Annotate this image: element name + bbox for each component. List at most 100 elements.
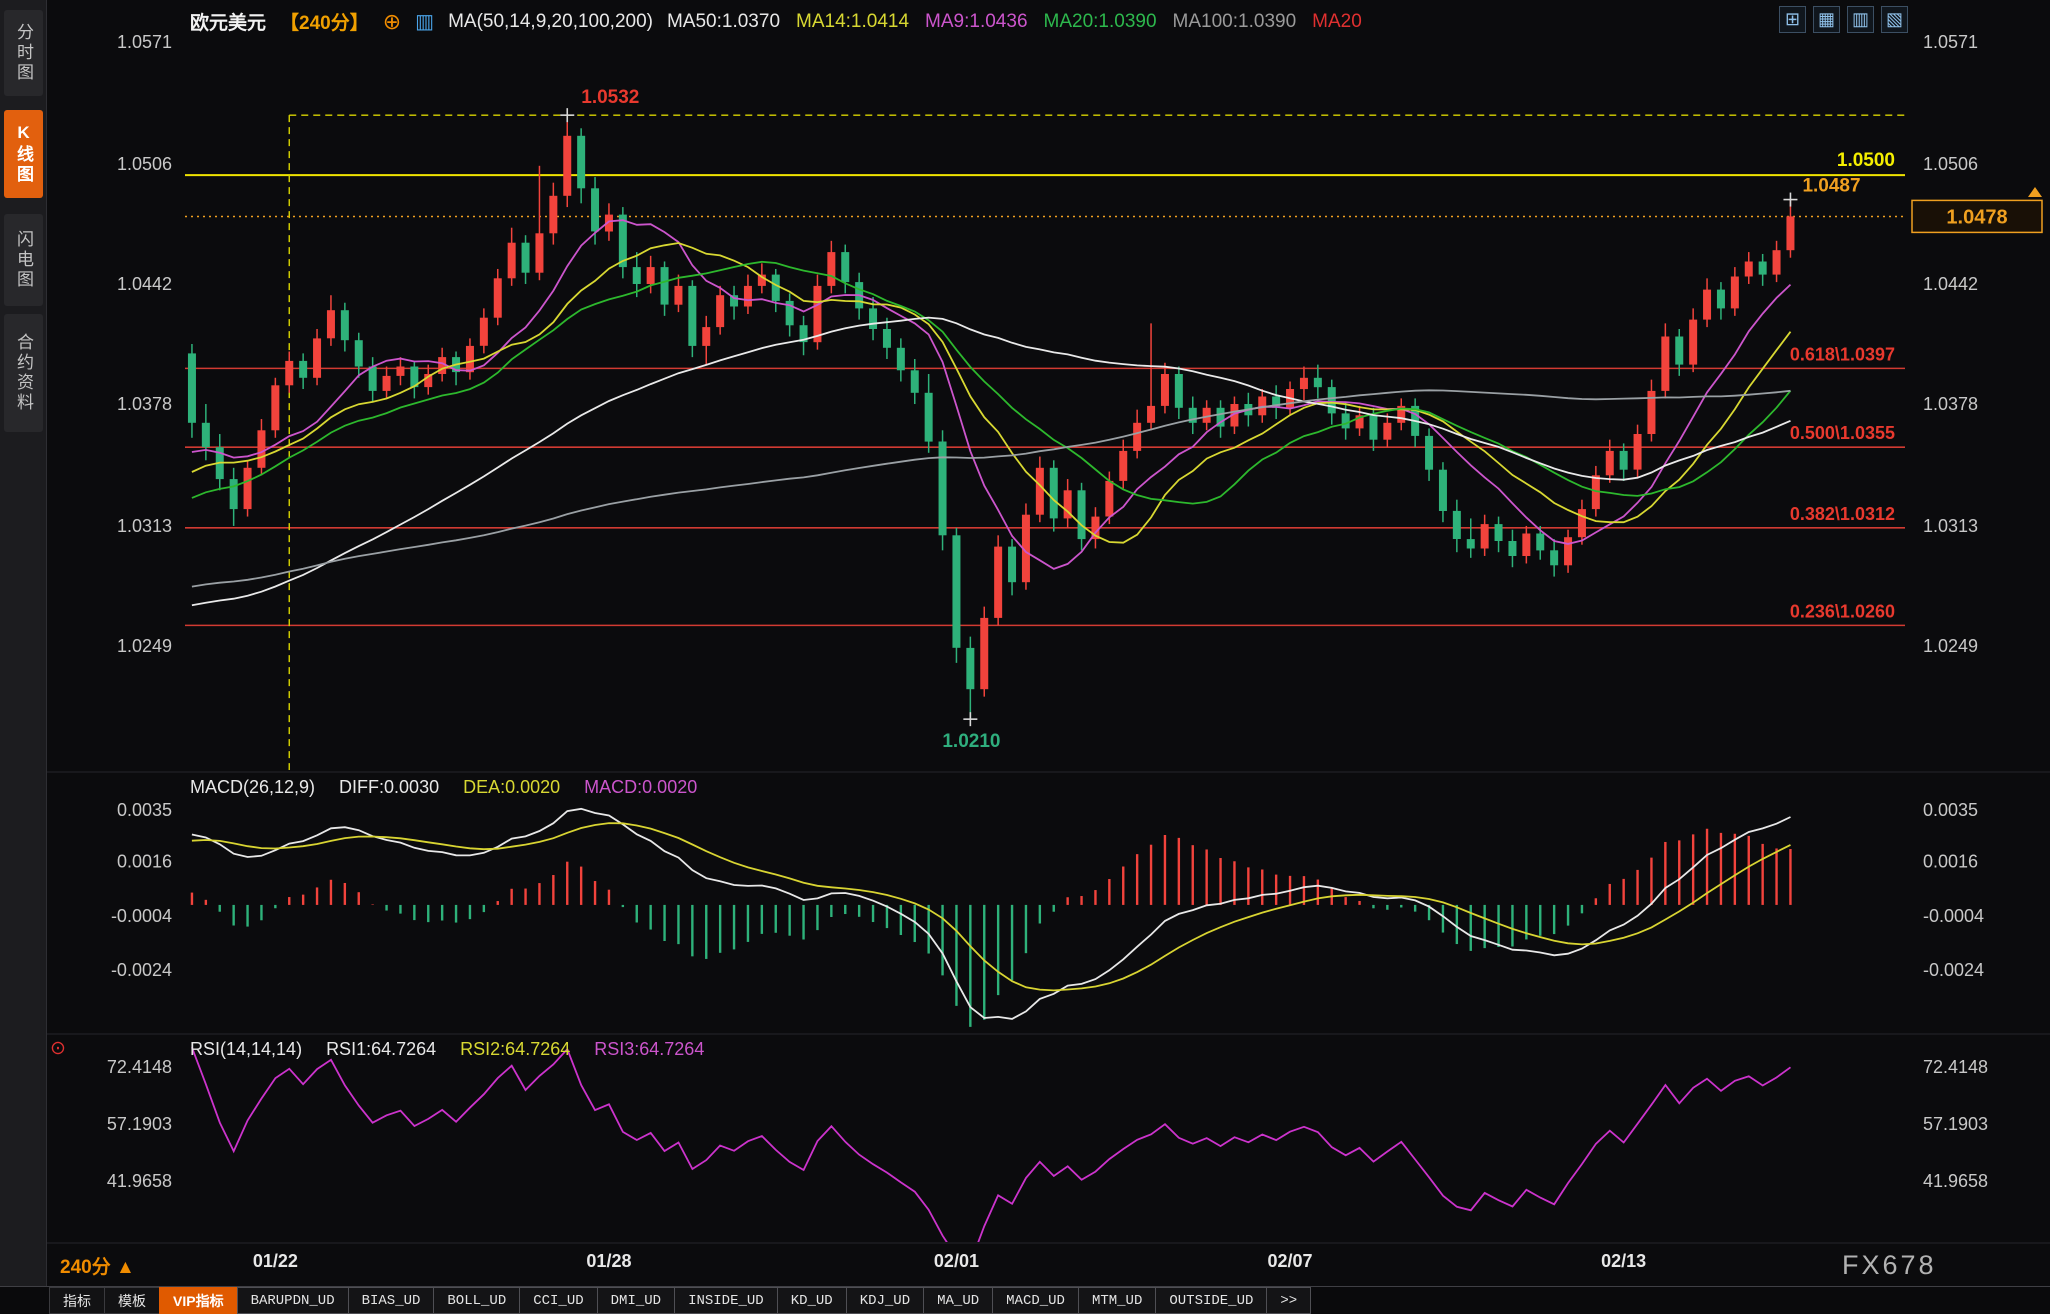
svg-text:0.0035: 0.0035 <box>117 800 172 820</box>
svg-text:1.0478: 1.0478 <box>1946 206 2007 228</box>
svg-text:1.0571: 1.0571 <box>117 32 172 52</box>
svg-text:1.0487: 1.0487 <box>1802 176 1860 197</box>
trading-app: 0.618\1.0397 0.500\1.0355 0.382\1.0312 0.23… <box>0 0 2050 1314</box>
toolbar-tab-plain[interactable]: 模板 <box>104 1287 160 1314</box>
ma-value-label: MA100:1.0390 <box>1173 11 1297 33</box>
svg-text:1.0313: 1.0313 <box>117 516 172 536</box>
ma-values: MA50:1.0370 MA14:1.0414 MA9:1.0436 MA20:1.0… <box>667 11 1362 33</box>
indicator-readout: MACD:0.0020 <box>584 777 697 798</box>
single-chart-icon[interactable]: ▦ <box>1813 6 1840 33</box>
toolbar-tab-plain[interactable]: 指标 <box>49 1287 105 1314</box>
sidebar-item-time-chart[interactable]: 分时图 <box>4 10 43 96</box>
grid-layout-icon[interactable]: ⊞ <box>1779 6 1806 33</box>
svg-text:1.0506: 1.0506 <box>117 154 172 174</box>
bottom-toolbar: 指标模板VIP指标BARUPDN_UDBIAS_UDBOLL_UDCCI_UDD… <box>0 1286 2050 1314</box>
svg-text:0.0016: 0.0016 <box>117 852 172 872</box>
up-arrow-icon: ▲ <box>116 1257 135 1278</box>
svg-text:1.0532: 1.0532 <box>581 87 639 108</box>
rsi-header-labels: RSI(14,14,14)RSI1:64.7264RSI2:64.7264RSI… <box>190 1039 704 1060</box>
toolbar-tab-cci_ud[interactable]: CCI_UD <box>519 1287 597 1314</box>
svg-text:1.0249: 1.0249 <box>117 636 172 656</box>
ma-value-label: MA20 <box>1312 11 1362 33</box>
quad-chart-icon[interactable]: ▧ <box>1881 6 1908 33</box>
svg-text:1.0313: 1.0313 <box>1923 516 1978 536</box>
svg-text:1.0249: 1.0249 <box>1923 636 1978 656</box>
watermark: FX678 <box>1842 1250 1937 1281</box>
kline-icon: ▥ <box>415 9 434 34</box>
sidebar-item-label: K线图 <box>11 123 36 185</box>
svg-text:57.1903: 57.1903 <box>107 1114 172 1134</box>
dual-chart-icon[interactable]: ▥ <box>1847 6 1874 33</box>
toolbar-tab-ma_ud[interactable]: MA_UD <box>923 1287 993 1314</box>
svg-text:-0.0004: -0.0004 <box>111 906 172 926</box>
ma-value-label: MA9:1.0436 <box>925 11 1027 33</box>
svg-text:0.382\1.0312: 0.382\1.0312 <box>1790 504 1895 524</box>
svg-text:02/01: 02/01 <box>934 1251 979 1271</box>
svg-text:1.0378: 1.0378 <box>117 394 172 414</box>
toolbar-tab-outside_ud[interactable]: OUTSIDE_UD <box>1155 1287 1267 1314</box>
toolbar-tab-dmi_ud[interactable]: DMI_UD <box>597 1287 675 1314</box>
svg-text:1.0378: 1.0378 <box>1923 394 1978 414</box>
svg-text:0.500\1.0355: 0.500\1.0355 <box>1790 423 1895 443</box>
svg-text:1.0506: 1.0506 <box>1923 154 1978 174</box>
period-label: 240分 <box>60 1257 111 1278</box>
svg-text:1.0442: 1.0442 <box>1923 274 1978 294</box>
svg-text:02/07: 02/07 <box>1268 1251 1313 1271</box>
panel-title: MACD(26,12,9) <box>190 777 315 798</box>
sidebar-item-label: 分时图 <box>11 23 36 83</box>
svg-text:1.0442: 1.0442 <box>117 274 172 294</box>
toolbar-tab-boll_ud[interactable]: BOLL_UD <box>433 1287 520 1314</box>
ma-value-label: MA50:1.0370 <box>667 11 780 33</box>
ma-value-label: MA20:1.0390 <box>1044 11 1157 33</box>
sidebar-item-contract-info[interactable]: 合约资料 <box>4 314 43 432</box>
svg-text:01/28: 01/28 <box>586 1251 631 1271</box>
ma-value-label: MA14:1.0414 <box>796 11 909 33</box>
sidebar-item-label: 合约资料 <box>11 333 36 413</box>
toolbar-tab-inside_ud[interactable]: INSIDE_UD <box>674 1287 778 1314</box>
svg-text:41.9658: 41.9658 <box>1923 1171 1988 1191</box>
ma-settings-label[interactable]: MA(50,14,9,20,100,200) <box>448 11 653 33</box>
svg-text:-0.0024: -0.0024 <box>111 960 172 980</box>
macd-panel-header: MACD(26,12,9) DIFF:0.0030 DEA:0.0020 MACD:0… <box>0 777 2050 803</box>
axis-labels: 1.0478 1.0571 1.0571 1.0506 1.0506 1.0442 1.04… <box>107 32 2042 1271</box>
add-indicator-icon[interactable]: ⊕ <box>383 9 401 35</box>
toolbar-tab-macd_ud[interactable]: MACD_UD <box>992 1287 1079 1314</box>
svg-text:-0.0024: -0.0024 <box>1923 960 1984 980</box>
svg-text:41.9658: 41.9658 <box>107 1171 172 1191</box>
toolbar-tab-kdj_ud[interactable]: KDJ_UD <box>846 1287 924 1314</box>
price-chart-svg[interactable]: 0.618\1.0397 0.500\1.0355 0.382\1.0312 0.23… <box>0 0 2050 1314</box>
indicator-readout: RSI2:64.7264 <box>460 1039 570 1060</box>
svg-text:1.0210: 1.0210 <box>942 731 1000 752</box>
period-indicator[interactable]: 240分 ▲ <box>60 1252 135 1279</box>
toolbar-tab-kd_ud[interactable]: KD_UD <box>777 1287 847 1314</box>
svg-text:1.0571: 1.0571 <box>1923 32 1978 52</box>
toolbar-tab-more[interactable]: >> <box>1266 1287 1311 1314</box>
sidebar-item-kline-chart[interactable]: K线图 <box>4 110 43 198</box>
indicator-readout: DIFF:0.0030 <box>339 777 439 798</box>
indicator-readout: RSI3:64.7264 <box>594 1039 704 1060</box>
svg-text:-0.0004: -0.0004 <box>1923 906 1984 926</box>
svg-text:1.0500: 1.0500 <box>1837 150 1895 171</box>
period-badge: 【240分】 <box>280 8 369 35</box>
svg-text:02/13: 02/13 <box>1601 1251 1646 1271</box>
toolbar-tab-mtm_ud[interactable]: MTM_UD <box>1078 1287 1156 1314</box>
svg-text:01/22: 01/22 <box>253 1251 298 1271</box>
rsi-panel-header: ⊙ RSI(14,14,14)RSI1:64.7264RSI2:64.7264R… <box>0 1039 2050 1065</box>
macd-panel <box>192 809 1791 1027</box>
svg-text:57.1903: 57.1903 <box>1923 1114 1988 1134</box>
toolbar-tab-vip[interactable]: VIP指标 <box>159 1287 238 1314</box>
toolbar-tab-bias_ud[interactable]: BIAS_UD <box>348 1287 435 1314</box>
sidebar: 分时图 K线图 闪电图 合约资料 <box>0 0 47 1314</box>
svg-text:0.618\1.0397: 0.618\1.0397 <box>1790 344 1895 364</box>
panel-title: RSI(14,14,14) <box>190 1039 302 1060</box>
svg-text:0.0035: 0.0035 <box>1923 800 1978 820</box>
svg-text:0.236\1.0260: 0.236\1.0260 <box>1790 601 1895 621</box>
rsi-panel <box>192 1047 1791 1263</box>
rsi-panel-icon[interactable]: ⊙ <box>50 1037 66 1060</box>
toolbar-tab-barupdn_ud[interactable]: BARUPDN_UD <box>237 1287 349 1314</box>
sidebar-item-label: 闪电图 <box>11 230 36 290</box>
svg-text:0.0016: 0.0016 <box>1923 852 1978 872</box>
indicator-readout: DEA:0.0020 <box>463 777 560 798</box>
sidebar-item-lightning-chart[interactable]: 闪电图 <box>4 214 43 306</box>
chart-header: 欧元美元 【240分】 ⊕ ▥ MA(50,14,9,20,100,200) M… <box>190 8 1362 35</box>
